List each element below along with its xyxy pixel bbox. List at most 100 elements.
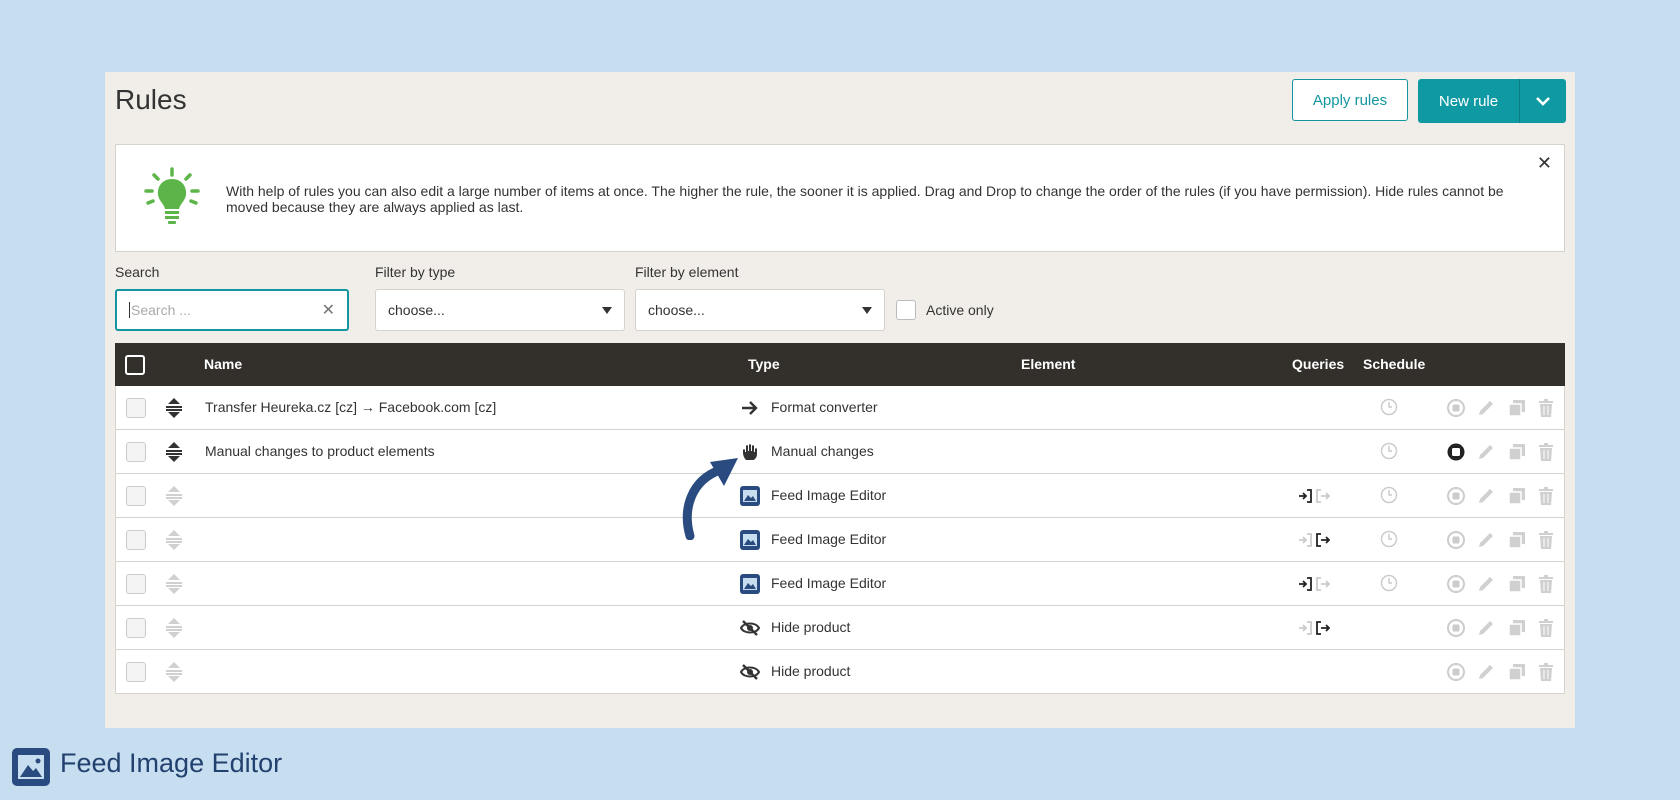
schedule-clock-icon[interactable] <box>1380 574 1398 592</box>
info-box: With help of rules you can also edit a l… <box>115 144 1565 252</box>
rule-type: Hide product <box>771 619 851 635</box>
schedule-clock-icon[interactable] <box>1380 486 1398 504</box>
drag-handle-icon[interactable] <box>164 396 184 420</box>
query-out-icon[interactable] <box>1316 533 1331 547</box>
delete-trash-icon[interactable] <box>1536 442 1556 462</box>
header-element: Element <box>1021 356 1076 372</box>
edit-pencil-icon[interactable] <box>1476 530 1496 550</box>
row-checkbox[interactable] <box>126 662 146 682</box>
duplicate-icon[interactable] <box>1507 662 1527 682</box>
duplicate-icon[interactable] <box>1507 486 1527 506</box>
table-row[interactable]: Transfer Heureka.cz [cz] → Facebook.com … <box>115 386 1565 430</box>
duplicate-icon[interactable] <box>1507 530 1527 550</box>
delete-trash-icon[interactable] <box>1536 574 1556 594</box>
select-all-checkbox[interactable] <box>125 355 145 375</box>
drag-handle-icon[interactable] <box>164 440 184 464</box>
header-queries: Queries <box>1292 356 1345 372</box>
duplicate-icon[interactable] <box>1507 398 1527 418</box>
new-rule-dropdown-toggle[interactable] <box>1520 79 1566 123</box>
activate-toggle-icon[interactable] <box>1446 442 1466 462</box>
table-header: Name Type Element Queries Schedule <box>115 343 1565 386</box>
query-out-icon[interactable] <box>1316 577 1331 591</box>
row-checkbox[interactable] <box>126 486 146 506</box>
delete-trash-icon[interactable] <box>1536 662 1556 682</box>
filter-type-select[interactable]: choose... <box>375 289 625 331</box>
arrow-right-icon <box>740 398 760 418</box>
new-rule-button[interactable]: New rule <box>1418 79 1520 123</box>
rule-type: Feed Image Editor <box>771 531 887 547</box>
activate-toggle-icon[interactable] <box>1446 398 1466 418</box>
table-body: Transfer Heureka.cz [cz] → Facebook.com … <box>115 386 1565 694</box>
drag-handle-icon <box>164 572 184 596</box>
duplicate-icon[interactable] <box>1507 442 1527 462</box>
row-checkbox[interactable] <box>126 618 146 638</box>
row-checkbox[interactable] <box>126 398 146 418</box>
table-row[interactable]: Feed Image Editor <box>115 562 1565 606</box>
edit-pencil-icon[interactable] <box>1476 618 1496 638</box>
filter-element-label: Filter by element <box>635 264 739 280</box>
activate-toggle-icon[interactable] <box>1446 486 1466 506</box>
info-text: With help of rules you can also edit a l… <box>226 183 1504 215</box>
drag-handle-icon <box>164 484 184 508</box>
apply-rules-button[interactable]: Apply rules <box>1292 79 1408 121</box>
close-info-icon[interactable]: ✕ <box>1537 153 1552 174</box>
schedule-clock-icon[interactable] <box>1380 530 1398 548</box>
duplicate-icon[interactable] <box>1507 618 1527 638</box>
caret-down-icon <box>602 306 612 314</box>
query-out-icon[interactable] <box>1316 489 1331 503</box>
search-input[interactable]: Search ... ✕ <box>115 289 349 331</box>
delete-trash-icon[interactable] <box>1536 530 1556 550</box>
table-row[interactable]: Feed Image Editor <box>115 518 1565 562</box>
page-title: Rules <box>115 84 187 115</box>
query-in-icon[interactable] <box>1298 489 1312 503</box>
query-out-icon[interactable] <box>1316 621 1331 635</box>
rule-type: Format converter <box>771 399 878 415</box>
edit-pencil-icon[interactable] <box>1476 662 1496 682</box>
rules-panel: Rules Apply rules New rule With help of … <box>105 72 1575 728</box>
delete-trash-icon[interactable] <box>1536 486 1556 506</box>
search-placeholder: Search ... <box>131 302 191 318</box>
duplicate-icon[interactable] <box>1507 574 1527 594</box>
clear-search-icon[interactable]: ✕ <box>322 300 335 320</box>
rule-type: Hide product <box>771 663 851 679</box>
eye-off-icon <box>739 618 761 638</box>
text-cursor <box>129 302 130 318</box>
drag-handle-icon <box>164 660 184 684</box>
schedule-clock-icon[interactable] <box>1380 398 1398 416</box>
activate-toggle-icon[interactable] <box>1446 618 1466 638</box>
search-label: Search <box>115 264 160 280</box>
activate-toggle-icon[interactable] <box>1446 574 1466 594</box>
row-checkbox[interactable] <box>126 574 146 594</box>
lightbulb-icon <box>144 167 200 224</box>
query-in-icon[interactable] <box>1298 577 1312 591</box>
delete-trash-icon[interactable] <box>1536 398 1556 418</box>
header-schedule: Schedule <box>1363 356 1426 372</box>
row-checkbox[interactable] <box>126 530 146 550</box>
rule-type: Manual changes <box>771 443 874 459</box>
edit-pencil-icon[interactable] <box>1476 398 1496 418</box>
activate-toggle-icon[interactable] <box>1446 530 1466 550</box>
active-only-toggle[interactable]: Active only <box>896 300 994 320</box>
edit-pencil-icon[interactable] <box>1476 486 1496 506</box>
activate-toggle-icon[interactable] <box>1446 662 1466 682</box>
filter-element-select[interactable]: choose... <box>635 289 885 331</box>
edit-pencil-icon[interactable] <box>1476 574 1496 594</box>
query-in-icon[interactable] <box>1298 533 1312 547</box>
header-type: Type <box>748 356 780 372</box>
table-row[interactable]: Feed Image Editor <box>115 474 1565 518</box>
table-row[interactable]: Manual changes to product elements Manual… <box>115 430 1565 474</box>
edit-pencil-icon[interactable] <box>1476 442 1496 462</box>
table-row[interactable]: Hide product <box>115 606 1565 650</box>
caret-down-icon <box>862 306 872 314</box>
rule-type: Feed Image Editor <box>771 487 887 503</box>
query-in-icon[interactable] <box>1298 621 1312 635</box>
schedule-clock-icon[interactable] <box>1380 442 1398 460</box>
rule-name[interactable]: Manual changes to product elements <box>205 443 435 459</box>
chevron-down-icon <box>1536 97 1550 106</box>
delete-trash-icon[interactable] <box>1536 618 1556 638</box>
row-checkbox[interactable] <box>126 442 146 462</box>
active-only-checkbox[interactable] <box>896 300 916 320</box>
header-name: Name <box>204 356 243 372</box>
table-row[interactable]: Hide product <box>115 650 1565 694</box>
rule-name[interactable]: Transfer Heureka.cz [cz] → Facebook.com … <box>205 399 496 415</box>
